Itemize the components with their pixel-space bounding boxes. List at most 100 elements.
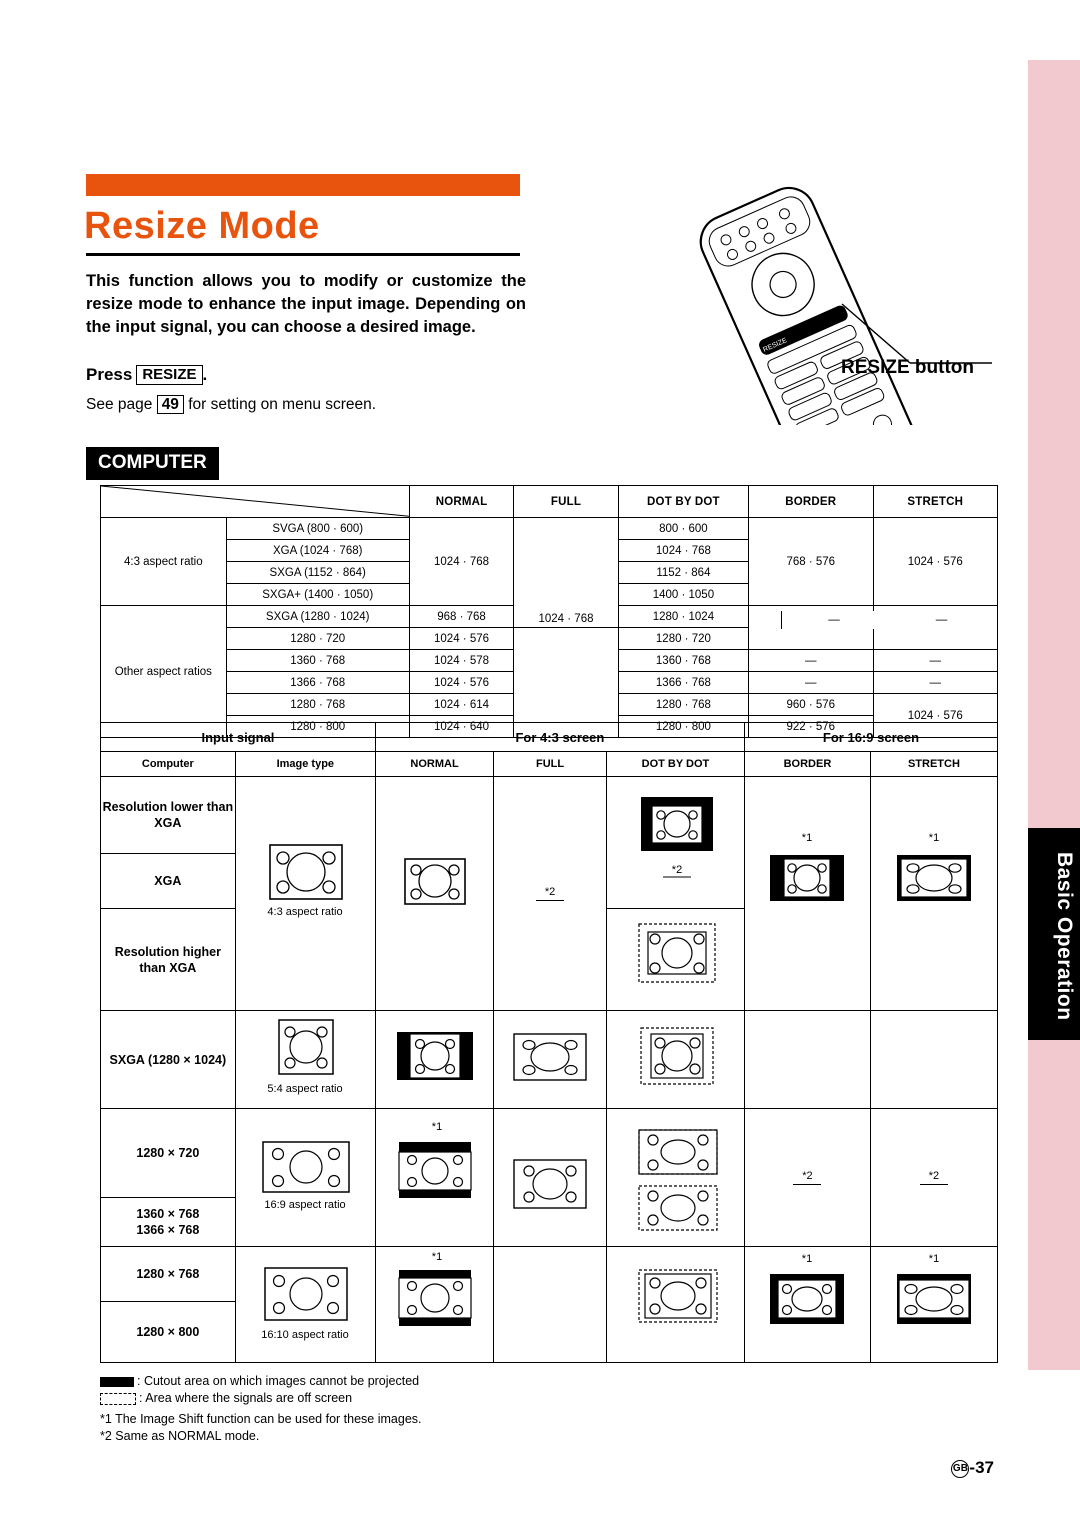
table-row: 1280 × 720 16:9 aspect ratio *1 *2 *2 [100,1108,999,1247]
normal-54-diagram [396,1032,473,1080]
signal-svga: SVGA (800 · 600) [225,517,410,540]
hdr-for-169: For 16:9 screen [743,722,999,752]
see-page-line: See page 49 for setting on menu screen. [86,395,376,414]
sub-normal: NORMAL [374,751,495,777]
normal-1366x768: 1024 · 576 [408,671,515,694]
stretch-43-diagram: *1 [896,832,971,901]
sub-border: BORDER [743,751,871,777]
row-label-1280x768: 1280 × 768 [100,1246,236,1302]
svg-text:*1: *1 [929,1253,939,1265]
svg-text:5:4 aspect ratio: 5:4 aspect ratio [268,1083,343,1095]
row-label-higher-xga: Resolution higher than XGA [100,908,236,1011]
hdr-for-43: For 4:3 screen [374,722,745,752]
row-label-sxga1280: SXGA (1280 × 1024) [100,1010,236,1109]
cell-border-1610: *1 [743,1246,871,1363]
header-accent-bar [86,174,520,196]
full-other [513,627,619,738]
cell-dot-54 [605,1010,745,1109]
cell-stretch-1610: *1 [869,1246,999,1363]
svg-text:*1: *1 [802,1253,812,1265]
border-1280x768: 960 · 576 [748,693,874,716]
side-tab-label: Basic Operation [1053,851,1076,1021]
underline [536,900,565,901]
stretch-1610-diagram: *1 [896,1253,971,1324]
svg-text:*1: *1 [929,832,939,844]
signal-1360x768: 1360 · 768 [225,649,410,672]
cell-stretch-169: *2 [869,1108,999,1247]
cell-normal-43 [374,776,495,1011]
see-page-pre: See page [86,396,153,413]
image-169-diagram: 16:9 aspect ratio [262,1141,351,1211]
signal-sxga1280: SXGA (1280 · 1024) [225,605,410,628]
row-label-1360-1366: 1360 × 768 1366 × 768 [100,1197,236,1247]
cell-imagetype-169: 16:9 aspect ratio [234,1108,376,1247]
cell-normal-54 [374,1010,495,1109]
image-type-table: Input signal For 4:3 screen For 16:9 scr… [100,722,999,1363]
border-note-star2: *2 [802,1170,813,1182]
cell-imagetype-1610: 16:10 aspect ratio [234,1246,376,1363]
dot-169-diagram [638,1129,719,1231]
stretch-1360x768: — [872,649,998,672]
see-page-post: for setting on menu screen. [188,396,377,413]
press-label: Press [86,365,133,384]
intro-paragraph: This function allows you to modify or cu… [86,272,526,336]
signal-sxga1152: SXGA (1152 · 864) [225,561,410,584]
col-dot-by-dot: DOT BY DOT [617,485,750,518]
normal-sxga1280: 968 · 768 [408,605,515,628]
full-169-diagram [513,1159,587,1209]
legend-line-2: : Area where the signals are off screen [100,1390,419,1407]
cell-dot-1610 [605,1246,745,1363]
dot-svga: 800 · 600 [617,517,750,540]
row-label-1360: 1360 × 768 [136,1207,200,1221]
group-label-43: 4:3 aspect ratio [100,517,227,606]
cell-dot-169 [605,1108,745,1247]
dot-1610-diagram [638,1269,719,1323]
cell-stretch-43: *1 [869,776,999,1011]
footnotes: *1 The Image Shift function can be used … [100,1411,422,1445]
normal-1280x768: 1024 · 614 [408,693,515,716]
border-1360x768: — [748,649,874,672]
border-43-diagram: *1 [770,832,845,901]
row-label-text: Resolution lower than XGA [102,800,234,830]
cell-normal-169: *1 [374,1108,495,1247]
normal-svga: 1024 · 768 [408,517,515,606]
dot-1366x768: 1366 · 768 [617,671,750,694]
svg-text:*1: *1 [431,1121,441,1133]
cell-full-54 [493,1010,607,1109]
full-group: 1024 · 768 [513,517,619,628]
sub-dot-by-dot: DOT BY DOT [605,751,745,777]
dot-sxga1280: 1280 · 1024 [617,605,750,628]
border-svga: 768 · 576 [748,517,874,606]
cell-normal-1610: *1 [374,1246,495,1363]
full-54-diagram [513,1033,587,1081]
table-row: 4:3 aspect ratio SVGA (800 · 600) 1024 ·… [100,517,998,628]
border-1280x720: — [781,611,887,629]
cell-full-43: *2 [493,776,607,1011]
cell-border-54 [743,1010,871,1109]
table-row: SXGA (1280 × 1024) 5:4 aspect ratio [100,1010,999,1109]
svg-text:*2: *2 [672,864,682,876]
normal-43-diagram [403,858,466,905]
stretch-1366x768: — [872,671,998,694]
dot-sxga1152: 1152 · 864 [617,561,750,584]
sub-stretch: STRETCH [869,751,999,777]
press-period: . [202,365,208,384]
press-instruction: Press RESIZE. [86,365,207,386]
row-label-1280x800: 1280 × 800 [100,1301,236,1363]
see-page-number: 49 [156,395,184,414]
sub-computer: Computer [100,751,236,777]
col-stretch: STRETCH [872,485,998,518]
cell-imagetype-43: 4:3 aspect ratio [234,776,376,1011]
legend-block: : Cutout area on which images cannot be … [100,1373,419,1407]
stretch-svga: 1024 · 576 [872,517,998,606]
footnote-1: *1 The Image Shift function can be used … [100,1412,422,1426]
svg-text:16:10 aspect ratio: 16:10 aspect ratio [262,1329,349,1341]
signal-1280x720: 1280 · 720 [225,627,410,650]
group-label-other: Other aspect ratios [100,605,227,738]
signal-1366x768: 1366 · 768 [225,671,410,694]
cell-border-43: *1 [743,776,871,1011]
resize-button-callout: RESIZE button [841,357,974,378]
resize-key-badge: RESIZE [136,365,203,385]
image-54-diagram: 5:4 aspect ratio [268,1019,343,1095]
dot-1360x768: 1360 · 768 [617,649,750,672]
